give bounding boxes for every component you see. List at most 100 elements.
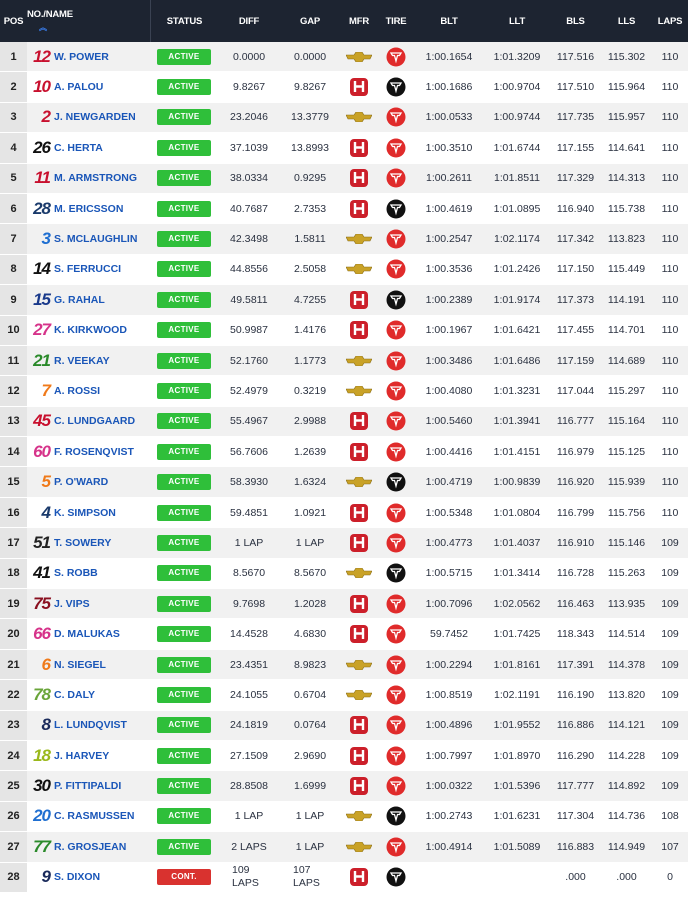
driver-name-link[interactable]: C. DALY [54,689,95,701]
header-laps[interactable]: LAPS [652,0,688,42]
header-name[interactable]: NO./NAME ︽ [27,0,150,42]
driver-name-link[interactable]: M. ERICSSON [54,203,123,215]
driver-name-link[interactable]: R. VEEKAY [54,355,110,367]
diff-cell: 27.1509 [218,740,280,772]
table-row[interactable]: 23 8 L. LUNDQVIST ACTIVE 24.1819 0.0764 1:00.4… [0,710,688,741]
table-row[interactable]: 8 14 S. FERRUCCI ACTIVE 44.8556 2.5058 1:00.35… [0,254,688,286]
driver-name-link[interactable]: L. LUNDQVIST [54,719,127,731]
sort-ascending-icon[interactable]: ︽ [27,22,150,33]
table-row[interactable]: 11 21 R. VEEKAY ACTIVE 52.1760 1.1773 1:00.348… [0,345,688,377]
table-row[interactable]: 7 3 S. MCLAUGHLIN ACTIVE 42.3498 1.5811 1:00.2… [0,224,688,255]
header-status[interactable]: STATUS [150,0,218,42]
diff-cell: 109 LAPS [218,862,280,893]
tire-cell [378,254,414,286]
table-row[interactable]: 18 41 S. ROBB ACTIVE 8.5670 8.5670 1:00.5715 1:… [0,558,688,590]
header-llt[interactable]: LLT [484,0,550,42]
driver-name-link[interactable]: C. LUNDGAARD [54,415,135,427]
header-gap[interactable]: GAP [280,0,340,42]
status-cell: ACTIVE [150,345,218,377]
table-row[interactable]: 4 26 C. HERTA ACTIVE 37.1039 13.8993 1:00.3510… [0,133,688,164]
gap-cell: 1 LAP [280,528,340,559]
header-tire[interactable]: TIRE [378,0,414,42]
tire-red-icon [378,594,414,614]
driver-name-link[interactable]: M. ARMSTRONG [54,172,137,184]
tire-cell [378,589,414,620]
driver-name-link[interactable]: J. NEWGARDEN [54,111,136,123]
driver-name-link[interactable]: P. FITTIPALDI [54,780,121,792]
driver-name-link[interactable]: K. KIRKWOOD [54,324,127,336]
driver-name-link[interactable]: A. ROSSI [54,385,100,397]
driver-name-link[interactable]: N. SIEGEL [54,659,106,671]
table-row[interactable]: 21 6 N. SIEGEL ACTIVE 23.4351 8.9823 1:00.2294… [0,649,688,681]
driver-name-link[interactable]: P. O'WARD [54,476,108,488]
driver-name-link[interactable]: J. HARVEY [54,750,109,762]
chevrolet-logo-icon [340,234,378,245]
diff-cell: 9.7698 [218,589,280,620]
driver-name-link[interactable]: C. HERTA [54,142,103,154]
gap-cell: 1.0921 [280,497,340,529]
table-row[interactable]: 12 7 A. ROSSI ACTIVE 52.4979 0.3219 1:00.4080 1… [0,376,688,407]
driver-name-link[interactable]: C. RASMUSSEN [54,810,135,822]
honda-logo-icon [340,776,378,796]
laps-cell: 109 [652,740,688,772]
driver-name-link[interactable]: S. DIXON [54,871,100,883]
bls-cell: 116.886 [550,710,601,741]
table-row[interactable]: 15 5 P. O'WARD ACTIVE 58.3930 1.6324 1:00.4719… [0,467,688,498]
table-row[interactable]: 20 66 D. MALUKAS ACTIVE 14.4528 4.6830 59.7452… [0,619,688,650]
position-cell: 9 [0,285,27,316]
header-blt[interactable]: BLT [414,0,484,42]
table-row[interactable]: 25 30 P. FITTIPALDI ACTIVE 28.8508 1.6999 1:00… [0,771,688,802]
honda-logo-icon [340,533,378,553]
table-row[interactable]: 26 20 C. RASMUSSEN ACTIVE 1 LAP 1 LAP 1:00.274… [0,801,688,833]
status-cell: ACTIVE [150,72,218,103]
table-row[interactable]: 13 45 C. LUNDGAARD ACTIVE 55.4967 2.9988 1:00.… [0,406,688,438]
driver-name-link[interactable]: S. ROBB [54,567,98,579]
car-number: 9 [27,862,54,893]
table-row[interactable]: 14 60 F. ROSENQVIST ACTIVE 56.7606 1.2639 1:00… [0,437,688,468]
table-row[interactable]: 5 11 M. ARMSTRONG ACTIVE 38.0334 0.9295 1:00.2… [0,163,688,194]
status-cell: ACTIVE [150,619,218,650]
table-row[interactable]: 2 10 A. PALOU ACTIVE 9.8267 9.8267 1:00.1686 1:… [0,72,688,103]
driver-name-link[interactable]: W. POWER [54,51,109,63]
table-row[interactable]: 10 27 K. KIRKWOOD ACTIVE 50.9987 1.4176 1:00.1… [0,315,688,346]
driver-name-link[interactable]: K. SIMPSON [54,507,116,519]
driver-name-link[interactable]: A. PALOU [54,81,103,93]
driver-name-link[interactable]: F. ROSENQVIST [54,446,134,458]
driver-name-link[interactable]: S. MCLAUGHLIN [54,233,137,245]
position-cell: 19 [0,589,27,620]
driver-name-cell: D. MALUKAS [54,619,150,650]
diff-cell: 24.1819 [218,710,280,741]
driver-name-link[interactable]: R. GROSJEAN [54,841,126,853]
driver-name-link[interactable]: T. SOWERY [54,537,111,549]
table-row[interactable]: 19 75 J. VIPS ACTIVE 9.7698 1.2028 1:00.7096 1:… [0,589,688,620]
header-lls[interactable]: LLS [601,0,652,42]
table-row[interactable]: 22 78 C. DALY ACTIVE 24.1055 0.6704 1:00.8519 1… [0,680,688,711]
car-number: 26 [27,133,54,164]
status-badge: ACTIVE [157,686,211,703]
driver-name-link[interactable]: G. RAHAL [54,294,105,306]
driver-name-link[interactable]: D. MALUKAS [54,628,120,640]
driver-name-link[interactable]: S. FERRUCCI [54,263,121,275]
lls-cell: 115.146 [601,528,652,559]
table-row[interactable]: 1 12 W. POWER ACTIVE 0.0000 0.0000 1:00.1654 1:… [0,42,688,73]
table-row[interactable]: 3 2 J. NEWGARDEN ACTIVE 23.2046 13.3779 1:00.0… [0,102,688,134]
status-cell: ACTIVE [150,254,218,286]
table-row[interactable]: 6 28 M. ERICSSON ACTIVE 40.7687 2.7353 1:00.46… [0,193,688,225]
tire-red-icon [378,107,414,127]
driver-name-link[interactable]: J. VIPS [54,598,90,610]
header-bls[interactable]: BLS [550,0,601,42]
table-row[interactable]: 9 15 G. RAHAL ACTIVE 49.5811 4.7255 1:00.2389 1… [0,285,688,316]
position-cell: 2 [0,72,27,103]
table-row[interactable]: 24 18 J. HARVEY ACTIVE 27.1509 2.9690 1:00.799… [0,740,688,772]
table-row[interactable]: 28 9 S. DIXON CONT. 109 LAPS 107 LAPS .000.000… [0,862,688,893]
car-number: 27 [27,315,54,346]
tire-cell [378,72,414,103]
tire-black-icon [378,563,414,583]
table-row[interactable]: 27 77 R. GROSJEAN ACTIVE 2 LAPS 1 LAP 1:00.491… [0,832,688,863]
header-pos[interactable]: POS [0,0,27,42]
table-row[interactable]: 16 4 K. SIMPSON ACTIVE 59.4851 1.0921 1:00.534… [0,497,688,529]
table-row[interactable]: 17 51 T. SOWERY ACTIVE 1 LAP 1 LAP 1:00.4773 1:… [0,528,688,559]
header-mfr[interactable]: MFR [340,0,378,42]
tire-cell [378,406,414,438]
header-diff[interactable]: DIFF [218,0,280,42]
